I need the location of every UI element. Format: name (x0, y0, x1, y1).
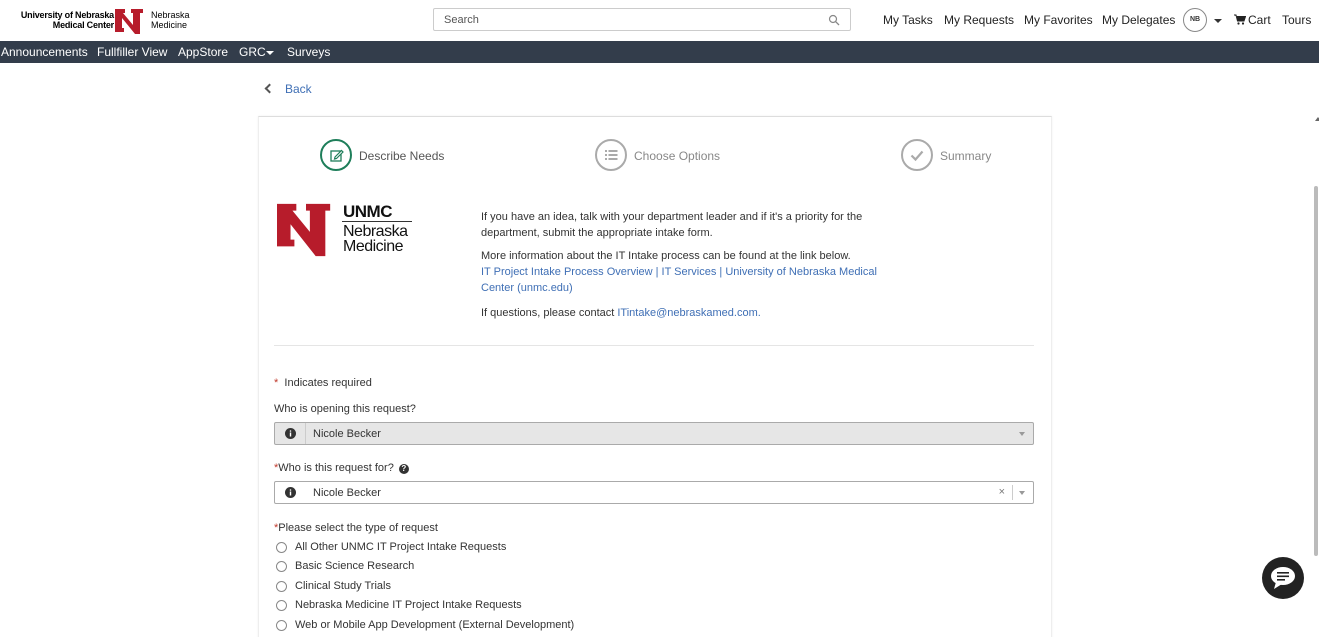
scrollbar[interactable] (1313, 116, 1319, 637)
logo-line: University of Nebraska (20, 10, 114, 20)
intro-paragraph: More information about the IT Intake pro… (481, 248, 891, 296)
intro-paragraph: If questions, please contact ITintake@ne… (481, 305, 891, 321)
radio-label: Basic Science Research (295, 560, 415, 572)
request-for-label: *Who is this request for?? (274, 462, 409, 474)
search-icon[interactable] (828, 14, 840, 26)
radio-button[interactable] (276, 581, 287, 592)
radio-button[interactable] (276, 542, 287, 553)
step-label-choose-options: Choose Options (634, 149, 721, 163)
logo-line: Medicine (151, 20, 188, 30)
back-link[interactable]: Back (264, 82, 312, 96)
step-label-summary: Summary (940, 149, 992, 163)
check-icon (910, 150, 924, 162)
nav-tours[interactable]: Tours (1282, 13, 1311, 27)
n-logo-mark (277, 203, 331, 257)
nav-my-delegates[interactable]: My Delegates (1102, 13, 1175, 27)
request-for-field[interactable]: Nicole Becker × (274, 481, 1034, 504)
intake-email-link[interactable]: ITintake@nebraskamed.com. (617, 307, 760, 319)
edit-icon (330, 149, 344, 162)
sub-navigation: Announcements Fullfiller View AppStore G… (0, 41, 1319, 63)
contact-text: If questions, please contact (481, 307, 618, 319)
radio-label: Clinical Study Trials (295, 580, 391, 592)
required-note: * Indicates required (274, 377, 372, 389)
required-star: * (274, 377, 279, 389)
request-for-value: Nicole Becker (313, 487, 381, 499)
chat-button[interactable] (1262, 557, 1304, 599)
logo[interactable]: University of Nebraska Medical Center Ne… (8, 4, 198, 36)
info-cell (275, 423, 306, 444)
logo-line: Nebraska (343, 223, 408, 240)
user-menu-chevron-down-icon[interactable] (1214, 19, 1222, 23)
scroll-up-icon[interactable] (1315, 117, 1319, 121)
radio-label: All Other UNMC IT Project Intake Request… (295, 541, 507, 553)
logo-line: Nebraska (151, 10, 190, 20)
opened-by-value: Nicole Becker (313, 428, 381, 440)
logo-nm-text: Nebraska Medicine (151, 10, 190, 30)
subnav-announcements[interactable]: Announcements (1, 45, 88, 59)
chevron-left-icon (264, 83, 275, 94)
subnav-appstore[interactable]: AppStore (178, 45, 228, 59)
it-intake-overview-link[interactable]: IT Project Intake Process Overview | IT … (481, 266, 877, 294)
back-label: Back (285, 82, 312, 96)
request-card (258, 116, 1052, 637)
intro-text: If you have an idea, talk with your depa… (481, 209, 891, 328)
question-icon[interactable]: ? (398, 464, 409, 474)
info-cell (275, 482, 306, 503)
info-icon[interactable] (285, 487, 296, 498)
logo-nebraska-medicine-text: Nebraska Medicine (343, 223, 408, 255)
radio-label: Nebraska Medicine IT Project Intake Requ… (295, 599, 522, 611)
radio-label: Web or Mobile App Development (External … (295, 619, 575, 631)
request-for-label-text: Who is this request for? (278, 462, 394, 474)
top-header: University of Nebraska Medical Center Ne… (0, 0, 1319, 41)
radio-button[interactable] (276, 600, 287, 611)
request-type-label-text: Please select the type of request (278, 522, 438, 534)
chevron-down-icon (1019, 432, 1025, 436)
nav-my-tasks[interactable]: My Tasks (883, 13, 933, 27)
logo-rule (342, 221, 412, 222)
radio-button[interactable] (276, 620, 287, 631)
divider (274, 345, 1034, 346)
scrollbar-thumb[interactable] (1314, 186, 1318, 556)
divider (1012, 485, 1013, 500)
logo-unmc-text: UNMC (343, 202, 393, 221)
opened-by-field: Nicole Becker (274, 422, 1034, 445)
search-box (433, 8, 851, 31)
logo-unmc-text: University of Nebraska Medical Center (12, 10, 114, 30)
step-choose-options[interactable] (595, 139, 627, 171)
intro-paragraph: If you have an idea, talk with your depa… (481, 211, 863, 239)
subnav-surveys[interactable]: Surveys (287, 45, 330, 59)
intro-info-text: More information about the IT Intake pro… (481, 250, 851, 262)
search-input[interactable] (434, 9, 814, 30)
nav-cart[interactable]: Cart (1248, 13, 1271, 27)
logo-line: Medicine (343, 238, 404, 255)
required-note-text: Indicates required (284, 377, 372, 389)
nav-my-favorites[interactable]: My Favorites (1024, 13, 1093, 27)
avatar[interactable]: NB (1183, 8, 1207, 32)
radio-button[interactable] (276, 561, 287, 572)
request-type-label: *Please select the type of request (274, 522, 438, 534)
info-icon (285, 428, 296, 439)
grc-chevron-down-icon[interactable] (266, 51, 274, 55)
chevron-down-icon[interactable] (1019, 491, 1025, 495)
subnav-grc[interactable]: GRC (239, 45, 266, 59)
step-summary[interactable] (901, 139, 933, 171)
clear-selection-icon[interactable]: × (999, 486, 1005, 498)
step-label-describe-needs: Describe Needs (359, 149, 445, 163)
cart-icon[interactable] (1234, 14, 1246, 26)
opened-by-label: Who is opening this request? (274, 403, 416, 415)
chat-icon (1271, 567, 1295, 589)
subnav-fullfiller-view[interactable]: Fullfiller View (97, 45, 167, 59)
list-icon (605, 150, 618, 160)
n-logo-mark (115, 9, 143, 34)
nav-my-requests[interactable]: My Requests (944, 13, 1014, 27)
unmc-nebraska-medicine-logo: UNMC Nebraska Medicine (277, 200, 417, 260)
step-describe-needs[interactable] (320, 139, 352, 171)
logo-line: Medical Center (52, 20, 114, 30)
